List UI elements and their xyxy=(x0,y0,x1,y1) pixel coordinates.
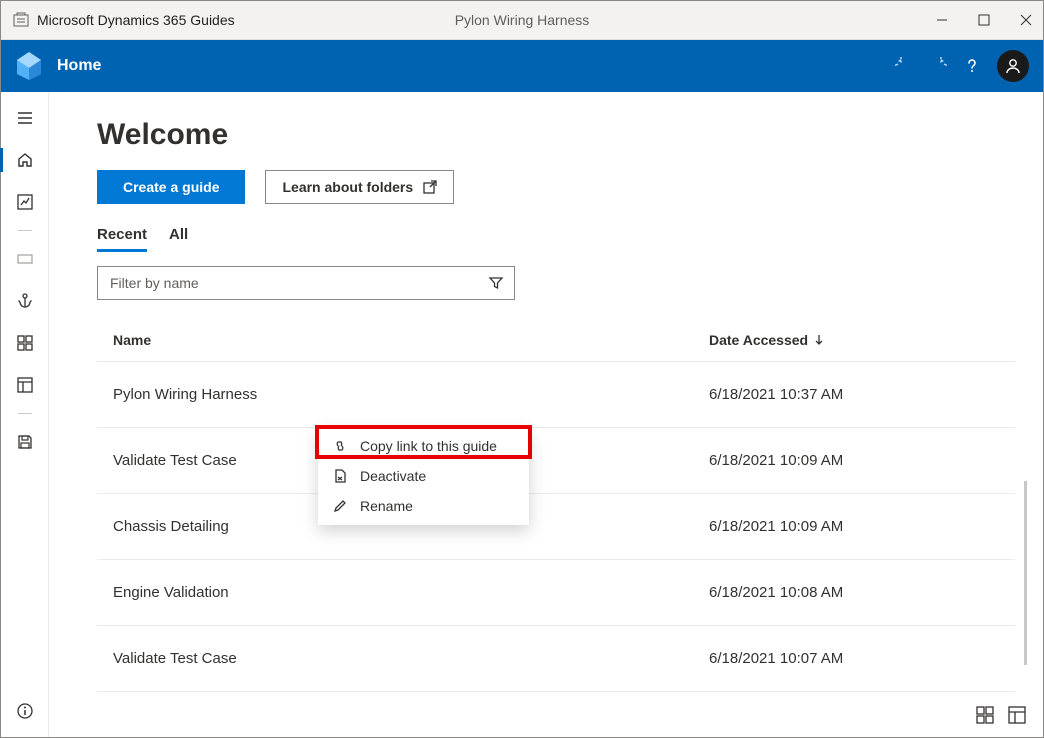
nav-layout[interactable] xyxy=(5,369,45,401)
undo-button[interactable] xyxy=(895,57,913,75)
cell-date: 6/18/2021 10:09 AM xyxy=(709,452,999,469)
scroll-indicator[interactable] xyxy=(1024,481,1027,665)
app-icon xyxy=(13,12,29,28)
nav-save[interactable] xyxy=(5,426,45,458)
grid-row[interactable]: Pylon Wiring Harness 6/18/2021 10:37 AM xyxy=(97,362,1015,428)
nav-separator xyxy=(18,230,32,231)
create-guide-button[interactable]: Create a guide xyxy=(97,170,245,204)
close-button[interactable] xyxy=(1019,14,1033,26)
ctx-copy-link[interactable]: Copy link to this guide xyxy=(318,431,529,461)
cell-date: 6/18/2021 10:08 AM xyxy=(709,584,999,601)
col-header-date[interactable]: Date Accessed xyxy=(709,332,999,348)
cell-name: Pylon Wiring Harness xyxy=(113,386,709,403)
nav-home[interactable] xyxy=(5,144,45,176)
cell-name: Engine Validation xyxy=(113,584,709,601)
app-name: Microsoft Dynamics 365 Guides xyxy=(37,12,235,28)
ctx-item-label: Copy link to this guide xyxy=(360,438,497,454)
learn-folders-label: Learn about folders xyxy=(282,179,413,195)
nav-separator xyxy=(18,413,32,414)
maximize-button[interactable] xyxy=(977,14,991,26)
rename-icon xyxy=(332,498,348,514)
title-bar: Microsoft Dynamics 365 Guides Pylon Wiri… xyxy=(1,1,1043,40)
help-button[interactable] xyxy=(963,57,981,75)
command-bar: Home xyxy=(1,40,1043,92)
sidebar xyxy=(1,92,49,737)
external-link-icon xyxy=(423,180,437,194)
filter-icon[interactable] xyxy=(488,275,504,291)
col-header-name[interactable]: Name xyxy=(113,332,709,348)
ctx-rename[interactable]: Rename xyxy=(318,491,529,521)
tab-all[interactable]: All xyxy=(169,226,188,252)
grid-header: Name Date Accessed xyxy=(97,318,1015,362)
product-logo-icon xyxy=(11,48,47,84)
grid-row[interactable]: Validate Test Case 6/18/2021 10:07 AM xyxy=(97,626,1015,692)
sort-down-icon xyxy=(814,334,824,346)
nav-analytics[interactable] xyxy=(5,186,45,218)
minimize-button[interactable] xyxy=(935,14,949,26)
cell-date: 6/18/2021 10:07 AM xyxy=(709,650,999,667)
cell-date: 6/18/2021 10:37 AM xyxy=(709,386,999,403)
link-icon xyxy=(332,438,348,454)
ctx-item-label: Rename xyxy=(360,498,413,514)
tab-recent[interactable]: Recent xyxy=(97,226,147,252)
context-menu: Copy link to this guide Deactivate Renam… xyxy=(318,427,529,525)
document-name: Pylon Wiring Harness xyxy=(455,12,590,28)
guides-grid: Name Date Accessed Pylon Wiring Harness … xyxy=(97,318,1015,692)
cell-name: Validate Test Case xyxy=(113,650,709,667)
filter-box[interactable] xyxy=(97,266,515,300)
grid-row[interactable]: Engine Validation 6/18/2021 10:08 AM xyxy=(97,560,1015,626)
ctx-deactivate[interactable]: Deactivate xyxy=(318,461,529,491)
nav-menu-button[interactable] xyxy=(5,102,45,134)
welcome-heading: Welcome xyxy=(97,118,1015,152)
deactivate-icon xyxy=(332,468,348,484)
nav-grid[interactable] xyxy=(5,327,45,359)
nav-anchor[interactable] xyxy=(5,285,45,317)
nav-info[interactable] xyxy=(5,695,45,727)
main-content: Welcome Create a guide Learn about folde… xyxy=(49,92,1043,737)
nav-card[interactable] xyxy=(5,243,45,275)
tabs: Recent All xyxy=(97,226,1015,252)
cell-date: 6/18/2021 10:09 AM xyxy=(709,518,999,535)
view-details-button[interactable] xyxy=(1007,705,1027,725)
filter-input[interactable] xyxy=(110,275,488,291)
redo-button[interactable] xyxy=(929,57,947,75)
grid-row[interactable]: Chassis Detailing 6/18/2021 10:09 AM xyxy=(97,494,1015,560)
ctx-item-label: Deactivate xyxy=(360,468,426,484)
learn-folders-button[interactable]: Learn about folders xyxy=(265,170,454,204)
account-avatar[interactable] xyxy=(997,50,1029,82)
view-grid-button[interactable] xyxy=(975,705,995,725)
grid-row[interactable]: Validate Test Case 6/18/2021 10:09 AM xyxy=(97,428,1015,494)
page-title: Home xyxy=(57,57,101,75)
